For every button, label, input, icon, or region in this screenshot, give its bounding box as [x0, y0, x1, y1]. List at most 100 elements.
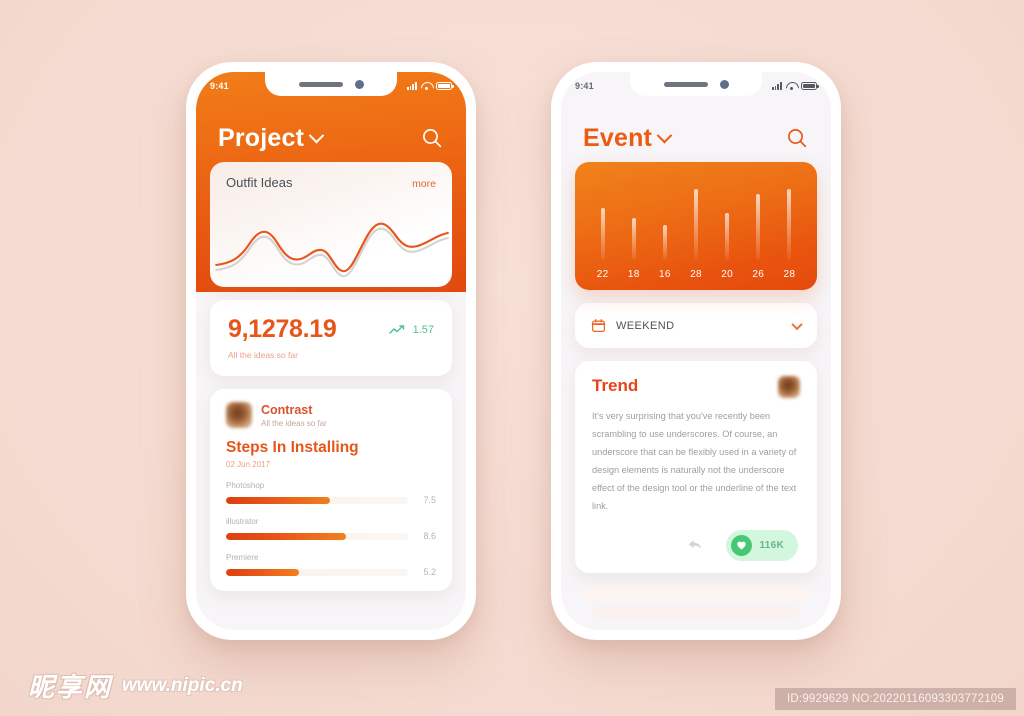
post-author-block: Contrast All the ideas so far [261, 403, 327, 428]
stat-delta: 1.57 [388, 323, 434, 336]
page-title: Event [583, 123, 653, 152]
progress-track [226, 496, 408, 504]
progress-fill [226, 496, 330, 504]
chevron-down-icon[interactable] [308, 127, 325, 143]
bar-label: 22 [596, 269, 609, 280]
dropdown-weekend[interactable]: WEEKEND [575, 303, 817, 348]
progress-track [226, 568, 408, 576]
calendar-icon [591, 318, 606, 333]
progress-fill [226, 532, 347, 540]
bar-column [649, 176, 680, 260]
page-title-group[interactable]: Project [218, 123, 325, 153]
phone-mockup-left: 9:41 Project Outfit Ideas more 9,1278.19… [186, 62, 476, 640]
skill-value: 8.6 [423, 531, 436, 541]
card-steps-in-installing[interactable]: Contrast All the ideas so far Steps In I… [210, 389, 452, 591]
status-icons [771, 82, 819, 91]
skill-value: 7.5 [423, 495, 436, 505]
phone-screen-event: 9:41 Event 22 18 16 28 20 26 28 WEEKEND … [561, 72, 831, 630]
bar-chart [587, 176, 805, 260]
line-chart [210, 209, 452, 287]
skill-bar-row: 5.2 [226, 567, 436, 577]
wifi-icon [421, 82, 432, 91]
page-title: Project [218, 123, 305, 152]
chevron-down-icon[interactable] [656, 127, 673, 143]
bar [756, 194, 761, 260]
post-author-name: Contrast [261, 402, 313, 417]
watermark-logo-text: 昵享网 [28, 673, 113, 703]
avatar [778, 376, 800, 398]
post-date: 02 Jun 2017 [226, 460, 271, 469]
dropdown-label: WEEKEND [616, 319, 675, 332]
bar-column [587, 176, 618, 260]
battery-icon [436, 82, 454, 90]
trend-actions: 116K [592, 529, 800, 561]
bar-column [743, 176, 774, 260]
status-time: 9:41 [575, 81, 594, 91]
bar-label: 26 [752, 269, 765, 280]
skill-row-illustrator: illustrator 8.6 [226, 517, 436, 541]
skill-row-premiere: Premiere 5.2 [226, 553, 436, 577]
battery-icon [801, 82, 819, 90]
post-header: Contrast All the ideas so far [226, 402, 436, 428]
trend-header: Trend [592, 376, 800, 398]
card-trend[interactable]: Trend It's very surprising that you've r… [575, 361, 817, 573]
trend-body-text: It's very surprising that you've recentl… [592, 411, 797, 511]
like-button[interactable]: 116K [726, 529, 798, 561]
stat-value: 9,1278.19 [228, 315, 337, 343]
watermark: 昵享网 www.nipic.cn [28, 667, 243, 704]
search-icon[interactable] [785, 126, 809, 150]
phone-notch [265, 72, 397, 96]
image-id-bar: ID:9929629 NO:20220116093303772109 [775, 688, 1016, 710]
post-author-subtitle: All the ideas so far [261, 418, 327, 428]
wifi-icon [786, 82, 797, 91]
trend-title: Trend [592, 376, 639, 395]
card-event-bar-chart[interactable]: 22 18 16 28 20 26 28 [575, 162, 817, 290]
like-count: 116K [759, 539, 784, 551]
notch-speaker [298, 81, 343, 87]
notch-speaker [663, 81, 708, 87]
status-time: 9:41 [210, 81, 229, 91]
trend-up-icon [388, 325, 404, 334]
bar-column [774, 176, 805, 260]
avatar [226, 402, 252, 428]
scroll-content-project[interactable]: Outfit Ideas more 9,1278.19 1.57 All the… [196, 162, 466, 630]
signal-bars-icon [771, 82, 782, 90]
skill-row-photoshop: Photoshop 7.5 [226, 481, 436, 505]
scroll-content-event[interactable]: 22 18 16 28 20 26 28 WEEKEND Trend It's … [561, 162, 831, 630]
card-placeholder-1 [584, 585, 808, 600]
bar-label: 18 [627, 269, 640, 280]
progress-fill [226, 568, 299, 576]
more-link[interactable]: more [412, 178, 436, 190]
skill-label: Premiere [226, 553, 259, 562]
notch-camera [354, 79, 364, 89]
bar [725, 212, 730, 260]
signal-bars-icon [406, 82, 417, 90]
card-total-ideas[interactable]: 9,1278.19 1.57 All the ideas so far [210, 300, 452, 376]
chart-title: Outfit Ideas [226, 175, 293, 190]
bar-label: 20 [721, 269, 733, 280]
bar-label: 28 [690, 269, 702, 280]
bar [787, 189, 792, 260]
phone-notch [630, 72, 762, 96]
chevron-down-icon[interactable] [791, 318, 803, 330]
heart-icon [731, 534, 753, 556]
reply-arrow-icon[interactable] [686, 536, 704, 554]
stat-delta-value: 1.57 [412, 323, 434, 336]
bar-label: 16 [658, 269, 671, 280]
card-outfit-ideas[interactable]: Outfit Ideas more [210, 162, 452, 287]
skill-label: Photoshop [226, 481, 265, 490]
bar [693, 189, 698, 260]
stat-row: 9,1278.19 1.57 [228, 315, 434, 344]
search-icon[interactable] [420, 126, 444, 150]
card-placeholder-2 [593, 604, 799, 619]
bar [662, 224, 667, 260]
chart-card-header: Outfit Ideas more [210, 162, 452, 190]
page-background: 9:41 Project Outfit Ideas more 9,1278.19… [0, 0, 1024, 716]
stat-subtitle: All the ideas so far [228, 350, 298, 360]
bar [631, 218, 636, 260]
bar-label: 28 [783, 269, 796, 280]
page-title-group[interactable]: Event [583, 123, 673, 153]
progress-track [226, 532, 408, 540]
bar-chart-labels: 22 18 16 28 20 26 28 [587, 269, 805, 280]
skill-label: illustrator [226, 517, 259, 526]
